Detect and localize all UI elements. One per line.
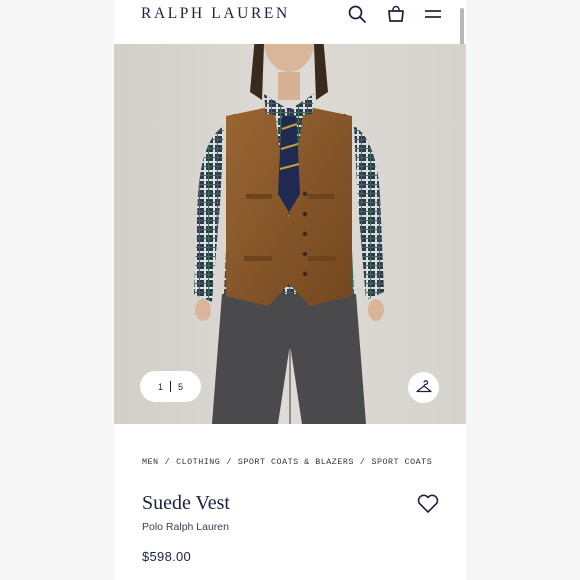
- breadcrumb-men[interactable]: MEN: [142, 457, 159, 467]
- product-price: $598.00: [142, 549, 192, 564]
- pager-current: 1: [157, 381, 163, 392]
- breadcrumb-separator: /: [164, 457, 171, 467]
- breadcrumb-clothing[interactable]: CLOTHING: [176, 457, 220, 467]
- left-margin: [0, 0, 114, 580]
- site-header: RALPH LAUREN: [114, 0, 466, 44]
- right-margin: [466, 0, 580, 580]
- brand-logo[interactable]: RALPH LAUREN: [141, 5, 290, 23]
- hanger-icon: [415, 379, 432, 392]
- model-photo: [114, 44, 466, 424]
- product-image[interactable]: 1 5: [114, 44, 466, 424]
- pager-divider: [170, 381, 171, 392]
- image-pager[interactable]: 1 5: [140, 371, 201, 402]
- mobile-viewport: RALPH LAUREN 1 5 MEN / CLOTHING / SPORT …: [114, 0, 466, 580]
- breadcrumb-separator: /: [359, 457, 366, 467]
- product-brand[interactable]: Polo Ralph Lauren: [142, 521, 229, 533]
- breadcrumb-sport-coats-blazers[interactable]: SPORT COATS & BLAZERS: [238, 457, 354, 467]
- bag-icon[interactable]: [385, 3, 407, 25]
- try-on-button[interactable]: [408, 372, 439, 403]
- pager-total: 5: [178, 381, 184, 392]
- menu-icon[interactable]: [422, 3, 444, 25]
- heart-icon[interactable]: [416, 492, 440, 514]
- breadcrumb-sport-coats[interactable]: SPORT COATS: [371, 457, 432, 467]
- breadcrumb-separator: /: [226, 457, 232, 467]
- product-title: Suede Vest: [142, 492, 230, 514]
- search-icon[interactable]: [346, 3, 368, 25]
- breadcrumb: MEN / CLOTHING / SPORT COATS & BLAZERS /…: [142, 457, 432, 467]
